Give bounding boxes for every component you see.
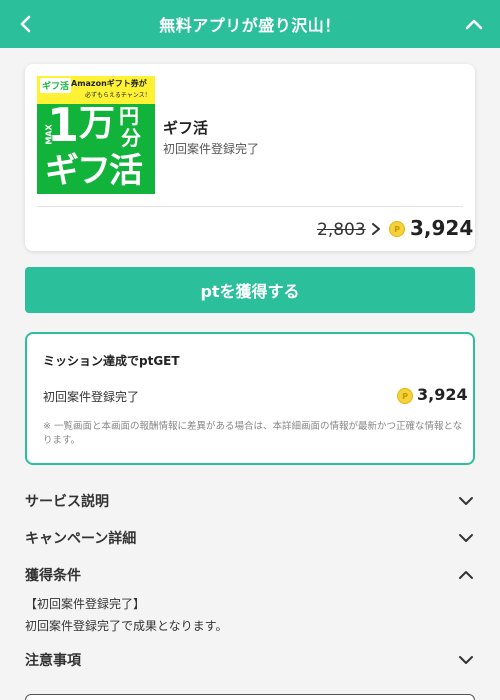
app-header: 無料アプリが盛り沢山！ (0, 0, 500, 48)
offer-subtitle: 初回案件登録完了 (163, 142, 260, 156)
section-conditions-title: 獲得条件 (25, 568, 81, 584)
banner-big-1: 1 (47, 98, 80, 152)
chevron-down-icon (457, 651, 475, 669)
new-points: 3,924 (410, 216, 474, 240)
section-notes-title: 注意事項 (25, 653, 81, 669)
banner-man: 万 (79, 103, 116, 144)
section-service-title: サービス説明 (25, 494, 109, 510)
divider (37, 206, 463, 207)
chevron-down-icon (457, 529, 475, 547)
section-notes[interactable]: 注意事項 (25, 648, 475, 672)
conditions-line1: 【初回案件登録完了】 (25, 597, 146, 611)
mission-row-label: 初回案件登録完了 (43, 390, 140, 404)
offer-card: ギフ活 Amazonギフト券が 必ずもらえるチャンス！ MAX 1 万 円 分 … (25, 64, 475, 251)
get-points-button[interactable]: ptを獲得する (25, 267, 475, 313)
banner-line2: 必ずもらえるチャンス！ (85, 92, 151, 99)
conditions-line2: 初回案件登録完了で成果となります。 (25, 619, 228, 633)
old-points: 2,803 (317, 220, 366, 240)
chevron-left-icon (20, 15, 31, 33)
banner-logo: ギフ活 (40, 78, 72, 93)
chevron-down-icon (457, 492, 475, 510)
banner-line1: Amazonギフト券が (71, 79, 147, 88)
chevron-up-icon (465, 19, 483, 30)
section-conditions[interactable]: 獲得条件 (25, 563, 475, 587)
banner-gift: ギフ活 (45, 151, 143, 191)
section-campaign[interactable]: キャンペーン詳細 (25, 526, 475, 550)
mission-box: ミッション達成でptGET 初回案件登録完了 P 3,924 ※ 一覧画面と本画… (25, 332, 475, 465)
section-service[interactable]: サービス説明 (25, 489, 475, 513)
bottom-panel (25, 694, 475, 700)
offer-banner-image: ギフ活 Amazonギフト券が 必ずもらえるチャンス！ MAX 1 万 円 分 … (37, 76, 155, 194)
section-campaign-title: キャンペーン詳細 (25, 531, 137, 547)
back-button[interactable] (14, 12, 38, 36)
offer-name: ギフ活 (163, 119, 209, 137)
mission-note: ※ 一覧画面と本画面の報酬情報に差異がある場合は、本詳細画面の情報が最新かつ正確… (43, 421, 463, 446)
collapse-button[interactable] (462, 12, 486, 36)
mission-title: ミッション達成でptGET (43, 354, 180, 368)
header-title: 無料アプリが盛り沢山！ (159, 16, 341, 35)
banner-en: 円 (119, 104, 139, 128)
point-coin-icon: P (397, 388, 413, 404)
chevron-right-icon (372, 223, 380, 235)
mission-row-points: 3,924 (417, 385, 468, 404)
point-coin-icon: P (389, 221, 405, 237)
chevron-up-icon (457, 566, 475, 584)
banner-bun: 分 (121, 126, 141, 150)
